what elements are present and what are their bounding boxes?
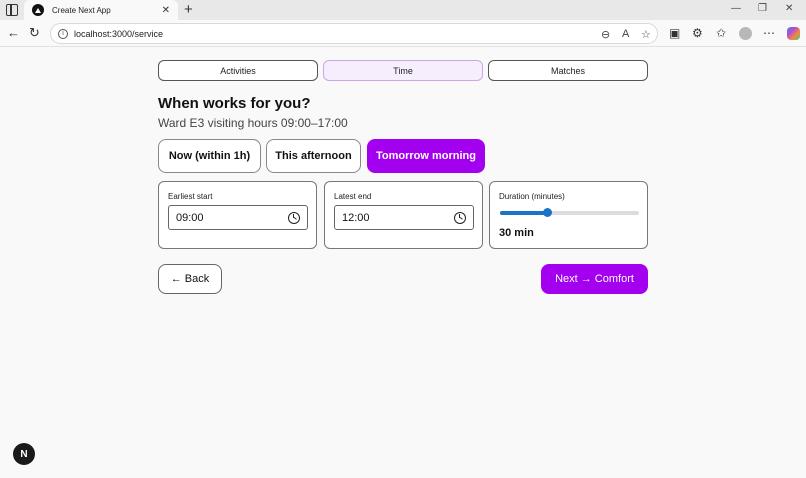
split-screen-icon[interactable]: ▣ bbox=[669, 26, 680, 40]
browser-tab[interactable]: Create Next App ✕ bbox=[24, 0, 178, 20]
window-close-icon[interactable]: ✕ bbox=[785, 3, 793, 14]
earliest-start-input[interactable]: 09:00 bbox=[168, 205, 308, 230]
profile-avatar[interactable] bbox=[739, 27, 752, 40]
read-aloud-icon[interactable]: A bbox=[622, 28, 629, 40]
earliest-start-card: Earliest start 09:00 bbox=[158, 181, 317, 249]
back-button[interactable]: ← Back bbox=[158, 264, 222, 294]
step-tab-time[interactable]: Time bbox=[323, 60, 483, 81]
sidebar-toggle-icon[interactable] bbox=[6, 4, 18, 16]
restore-icon[interactable]: ❐ bbox=[758, 3, 767, 14]
latest-end-label: Latest end bbox=[334, 192, 372, 201]
page-title: When works for you? bbox=[158, 95, 311, 112]
earliest-start-value[interactable]: 09:00 bbox=[176, 212, 204, 224]
back-arrow-icon[interactable]: ← bbox=[7, 25, 20, 40]
nextjs-favicon-icon bbox=[32, 4, 44, 16]
copilot-icon[interactable] bbox=[787, 27, 800, 40]
slider-fill bbox=[500, 211, 548, 215]
choice-afternoon-button[interactable]: This afternoon bbox=[266, 139, 361, 173]
site-info-icon[interactable]: i bbox=[58, 28, 68, 39]
address-bar[interactable]: i localhost:3000/service ⊖ A ☆ bbox=[50, 23, 658, 44]
clock-icon[interactable] bbox=[454, 211, 466, 224]
refresh-icon[interactable]: ↻ bbox=[29, 25, 40, 41]
clock-icon[interactable] bbox=[288, 211, 300, 224]
choice-tomorrow-morning-button[interactable]: Tomorrow morning bbox=[367, 139, 485, 173]
url-text[interactable]: localhost:3000/service bbox=[74, 29, 163, 39]
tab-close-icon[interactable]: ✕ bbox=[162, 5, 170, 16]
choice-now-button[interactable]: Now (within 1h) bbox=[158, 139, 261, 173]
extensions-icon[interactable]: ⚙ bbox=[692, 26, 703, 40]
duration-value: 30 min bbox=[499, 227, 534, 239]
duration-slider[interactable] bbox=[500, 208, 639, 217]
step-tab-matches[interactable]: Matches bbox=[488, 60, 648, 81]
title-bar: Create Next App ✕ + — ❐ ✕ bbox=[0, 0, 806, 20]
step-tab-activities[interactable]: Activities bbox=[158, 60, 318, 81]
duration-label: Duration (minutes) bbox=[499, 192, 565, 201]
earliest-start-label: Earliest start bbox=[168, 192, 213, 201]
latest-end-value[interactable]: 12:00 bbox=[342, 212, 370, 224]
favorite-star-icon[interactable]: ☆ bbox=[641, 28, 651, 41]
duration-card: Duration (minutes) 30 min bbox=[489, 181, 648, 249]
zoom-icon[interactable]: ⊖ bbox=[601, 28, 610, 41]
visiting-hours-text: Ward E3 visiting hours 09:00–17:00 bbox=[158, 116, 348, 130]
next-comfort-button[interactable]: Next → Comfort bbox=[541, 264, 648, 294]
more-menu-icon[interactable]: ⋯ bbox=[763, 26, 775, 40]
latest-end-input[interactable]: 12:00 bbox=[334, 205, 474, 230]
minimize-icon[interactable]: — bbox=[731, 3, 741, 14]
tab-title: Create Next App bbox=[52, 5, 111, 15]
slider-thumb[interactable] bbox=[543, 208, 553, 217]
latest-end-card: Latest end 12:00 bbox=[324, 181, 483, 249]
navigation-bar: ← ↻ i localhost:3000/service ⊖ A ☆ bbox=[0, 20, 806, 47]
nextjs-dev-badge-icon[interactable]: N bbox=[13, 443, 35, 465]
favorites-icon[interactable]: ✩ bbox=[716, 26, 726, 40]
new-tab-icon[interactable]: + bbox=[184, 1, 193, 18]
